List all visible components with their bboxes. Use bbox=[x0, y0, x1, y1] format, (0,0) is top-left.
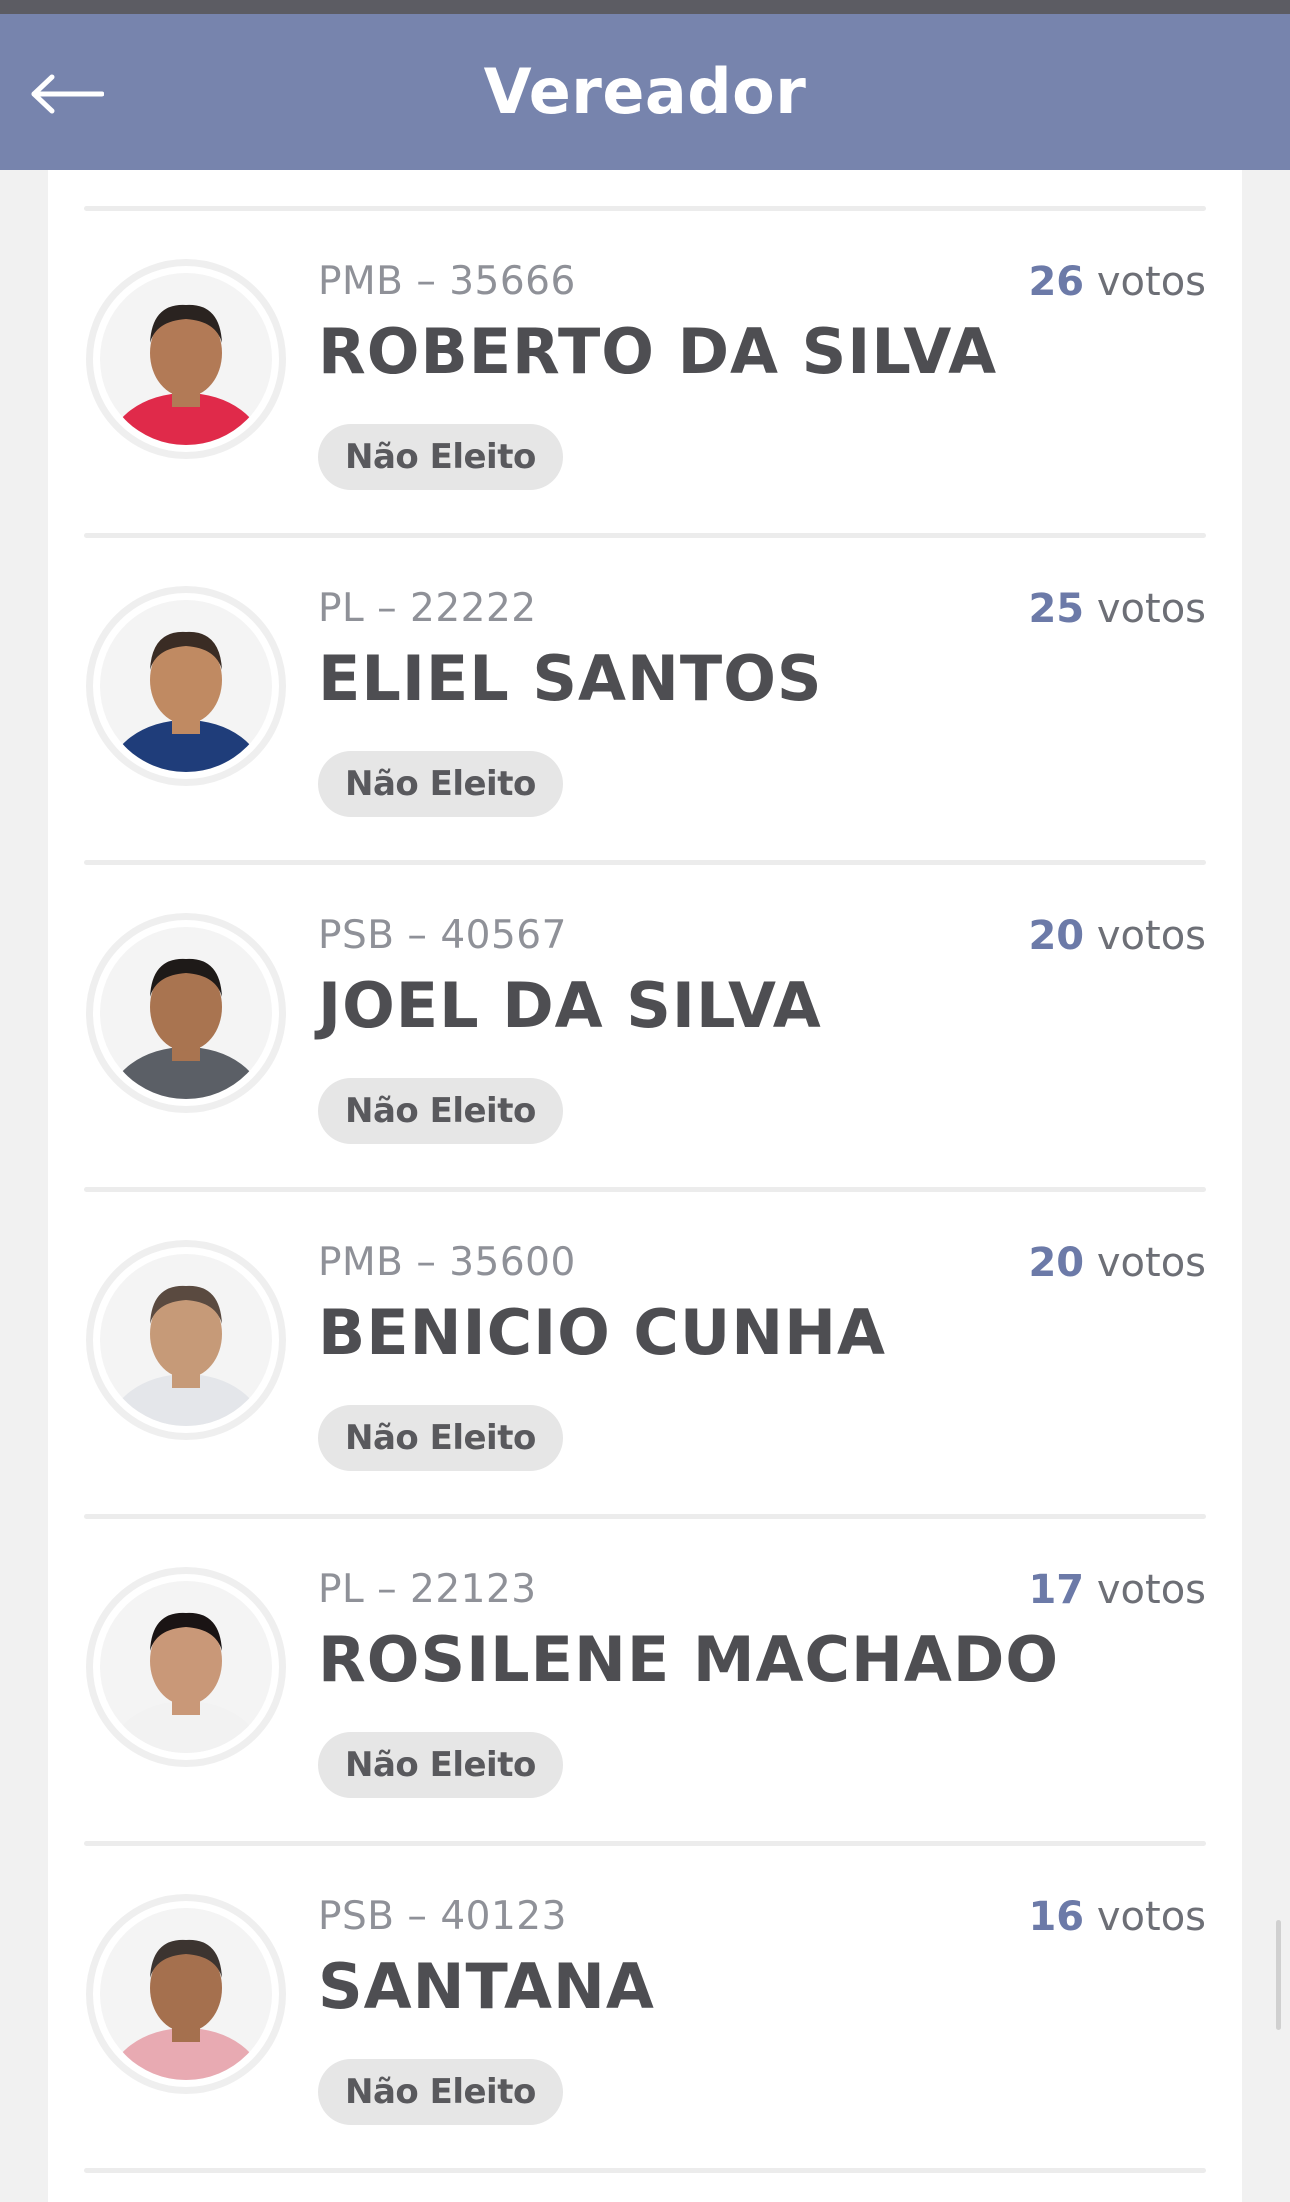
vote-label: votos bbox=[1096, 586, 1206, 632]
candidate-avatar bbox=[86, 913, 286, 1113]
candidate-party: PMB – 35666 bbox=[318, 259, 576, 304]
candidate-party: PSB – 40123 bbox=[318, 1894, 567, 1939]
status-badge: Não Eleito bbox=[318, 2059, 563, 2125]
status-badge: Não Eleito bbox=[318, 1078, 563, 1144]
person-photo-icon bbox=[100, 273, 272, 445]
candidate-row[interactable]: PMB – 35666 ROBERTO DA SILVA Não Eleito 26 … bbox=[84, 211, 1206, 533]
person-photo-icon bbox=[100, 600, 272, 772]
candidate-name: BENICIO CUNHA bbox=[318, 1296, 887, 1369]
candidate-avatar bbox=[86, 1567, 286, 1767]
candidate-name: ROSILENE MACHADO bbox=[318, 1623, 1060, 1696]
candidate-party: PMB – 35600 bbox=[318, 1240, 576, 1285]
vote-count: 20 votos bbox=[1028, 913, 1206, 959]
vote-number: 17 bbox=[1028, 1567, 1085, 1613]
candidate-avatar bbox=[86, 586, 286, 786]
vote-label: votos bbox=[1096, 1567, 1206, 1613]
page-title: Vereador bbox=[483, 55, 807, 128]
vote-count: 17 votos bbox=[1028, 1567, 1206, 1613]
candidate-name: ELIEL SANTOS bbox=[318, 642, 823, 715]
vote-count: 26 votos bbox=[1028, 259, 1206, 305]
candidate-name: ROBERTO DA SILVA bbox=[318, 315, 998, 388]
vote-number: 20 bbox=[1028, 913, 1085, 959]
candidate-row[interactable]: PL – 22222 ELIEL SANTOS Não Eleito 25 votos bbox=[84, 538, 1206, 860]
person-photo-icon bbox=[100, 1254, 272, 1426]
vote-label: votos bbox=[1096, 1240, 1206, 1286]
status-bar bbox=[0, 0, 1290, 14]
scrollbar[interactable] bbox=[1276, 1920, 1281, 2030]
candidate-avatar bbox=[86, 1240, 286, 1440]
vote-number: 25 bbox=[1028, 586, 1085, 632]
status-badge: Não Eleito bbox=[318, 424, 563, 490]
status-badge: Não Eleito bbox=[318, 751, 563, 817]
vote-label: votos bbox=[1096, 1894, 1206, 1940]
person-photo-icon bbox=[100, 927, 272, 1099]
vote-label: votos bbox=[1096, 913, 1206, 959]
vote-count: 16 votos bbox=[1028, 1894, 1206, 1940]
row-divider bbox=[84, 2168, 1206, 2173]
candidate-row[interactable]: PSB – 40123 SANTANA Não Eleito 16 votos bbox=[84, 1846, 1206, 2168]
candidate-row[interactable]: PL – 22123 ROSILENE MACHADO Não Eleito 17 v… bbox=[84, 1519, 1206, 1841]
status-badge: Não Eleito bbox=[318, 1405, 563, 1471]
vote-number: 20 bbox=[1028, 1240, 1085, 1286]
vote-count: 20 votos bbox=[1028, 1240, 1206, 1286]
candidate-avatar bbox=[86, 1894, 286, 2094]
vote-number: 16 bbox=[1028, 1894, 1085, 1940]
candidate-card: PMB – 35666 ROBERTO DA SILVA Não Eleito 26 … bbox=[48, 170, 1242, 2202]
vote-label: votos bbox=[1096, 259, 1206, 305]
vote-number: 26 bbox=[1028, 259, 1085, 305]
candidate-name: JOEL DA SILVA bbox=[318, 969, 822, 1042]
candidate-name: SANTANA bbox=[318, 1950, 655, 2023]
candidate-list: PMB – 35666 ROBERTO DA SILVA Não Eleito 26 … bbox=[84, 206, 1206, 2173]
candidate-row[interactable]: PSB – 40567 JOEL DA SILVA Não Eleito 20 vot… bbox=[84, 865, 1206, 1187]
candidate-row[interactable]: PMB – 35600 BENICIO CUNHA Não Eleito 20 vot… bbox=[84, 1192, 1206, 1514]
vote-count: 25 votos bbox=[1028, 586, 1206, 632]
candidate-party: PL – 22123 bbox=[318, 1567, 537, 1612]
person-photo-icon bbox=[100, 1908, 272, 2080]
person-photo-icon bbox=[100, 1581, 272, 1753]
candidate-party: PL – 22222 bbox=[318, 586, 537, 631]
candidate-avatar bbox=[86, 259, 286, 459]
status-badge: Não Eleito bbox=[318, 1732, 563, 1798]
candidate-party: PSB – 40567 bbox=[318, 913, 567, 958]
